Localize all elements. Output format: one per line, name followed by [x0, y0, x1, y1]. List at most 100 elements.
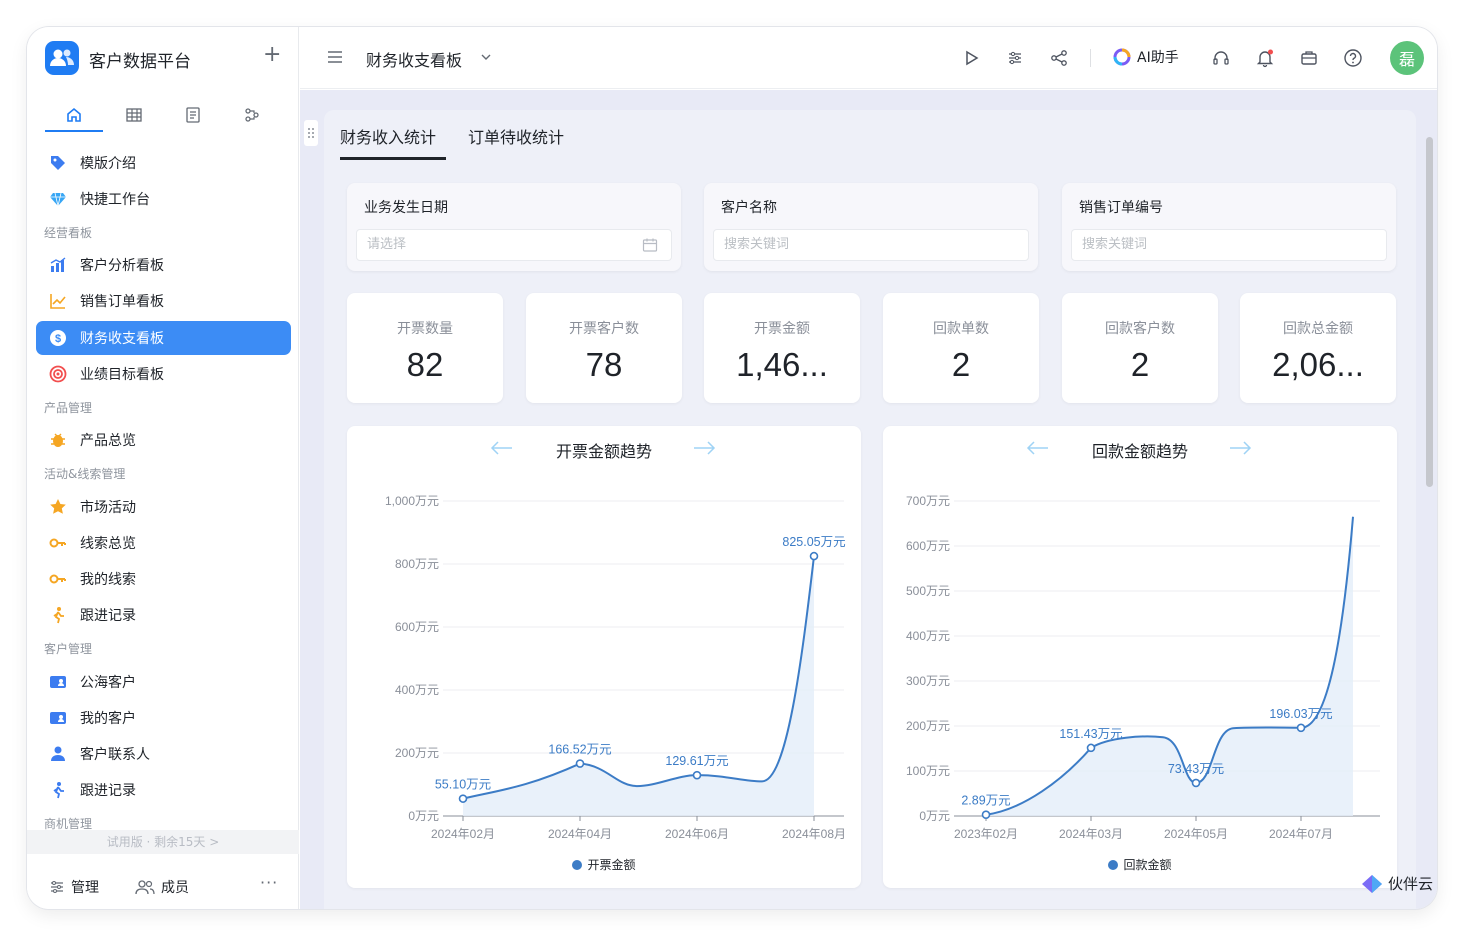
data-point[interactable] [692, 770, 702, 780]
calendar-icon[interactable] [642, 237, 658, 253]
board-title[interactable]: 财务收支看板 [366, 47, 462, 71]
tab-order-receivable[interactable]: 订单待收统计 [468, 124, 564, 148]
x-tick-label: 2024年02月 [431, 827, 495, 841]
y-tick-label: 600万元 [906, 539, 950, 553]
tab-table[interactable] [105, 97, 163, 133]
sidebar-item-label: 快捷工作台 [80, 192, 150, 208]
avatar[interactable]: 磊 [1390, 41, 1424, 75]
sidebar-item-product-overview[interactable]: 产品总览 [36, 423, 291, 457]
x-tick-label: 2024年07月 [1269, 827, 1333, 841]
tab-workflow[interactable] [223, 97, 281, 133]
sidebar-item-finance-board[interactable]: $ 财务收支看板 [36, 321, 291, 355]
sidebar-group-label: 经营看板 [44, 226, 93, 240]
sidebar-item-customer-follow-up[interactable]: 跟进记录 [36, 773, 291, 807]
data-label: 151.43万元 [1059, 727, 1122, 741]
sidebar-item-my-leads[interactable]: 我的线索 [36, 562, 291, 596]
dollar-icon: $ [48, 328, 68, 348]
diamond-icon [48, 189, 68, 209]
stat-label: 开票金额 [754, 321, 810, 337]
tag-icon [48, 153, 68, 173]
filter-label: 业务发生日期 [364, 200, 448, 216]
sidebar-item-my-customers[interactable]: 我的客户 [36, 701, 291, 735]
help-icon[interactable] [1342, 47, 1364, 69]
form-icon [186, 107, 200, 123]
menu-icon[interactable] [326, 49, 344, 65]
bell-icon[interactable] [1254, 47, 1276, 69]
briefcase-icon[interactable] [1298, 47, 1320, 69]
sidebar-item-performance-target[interactable]: 业绩目标看板 [36, 357, 291, 391]
x-tick-label: 2024年08月 [782, 827, 846, 841]
svg-text:$: $ [55, 333, 61, 345]
dashboard-panel: 财务收入统计 订单待收统计 业务发生日期 请选择 客户名称 搜索关键词 销售订单… [324, 110, 1416, 909]
key-icon [48, 533, 68, 553]
data-point[interactable] [809, 551, 819, 561]
filter-settings-icon[interactable] [1004, 47, 1026, 69]
y-tick-label: 400万元 [395, 683, 439, 697]
customer-name-search-input[interactable]: 搜索关键词 [713, 229, 1029, 261]
tab-home[interactable] [45, 97, 103, 133]
top-header: 财务收支看板 AI助手 磊 [300, 27, 1437, 89]
trial-banner[interactable]: 试用版 · 剩余15天 > [27, 830, 299, 854]
more-button[interactable]: ··· [260, 873, 278, 892]
stat-value: 1,46... [736, 346, 828, 383]
sliders-icon [51, 881, 63, 893]
sidebar-item-market-activity[interactable]: 市场活动 [36, 490, 291, 524]
stat-value: 2,06... [1272, 346, 1364, 383]
person-icon [48, 744, 68, 764]
play-icon[interactable] [960, 47, 982, 69]
data-point[interactable] [981, 810, 991, 819]
chart-legend[interactable]: 回款金额 [883, 856, 1397, 873]
data-point[interactable] [575, 759, 585, 768]
chevron-down-icon[interactable] [480, 51, 492, 63]
data-label: 55.10万元 [435, 778, 491, 792]
scrollbar[interactable] [1426, 137, 1433, 487]
sidebar-item-customer-contacts[interactable]: 客户联系人 [36, 737, 291, 771]
x-tick-label: 2024年05月 [1164, 827, 1228, 841]
order-number-search-input[interactable]: 搜索关键词 [1071, 229, 1387, 261]
data-point[interactable] [1191, 778, 1201, 788]
y-tick-label: 400万元 [906, 629, 950, 643]
filter-label: 销售订单编号 [1079, 200, 1163, 216]
walk-icon [48, 605, 68, 625]
workflow-icon [245, 108, 259, 122]
share-icon[interactable] [1048, 47, 1070, 69]
walk-icon [48, 780, 68, 800]
headset-icon[interactable] [1210, 47, 1232, 69]
sidebar-item-lead-overview[interactable]: 线索总览 [36, 526, 291, 560]
data-label: 73.43万元 [1168, 762, 1224, 776]
sidebar-item-public-customers[interactable]: 公海客户 [36, 665, 291, 699]
y-tick-label: 200万元 [906, 719, 950, 733]
chart-legend[interactable]: 开票金额 [347, 856, 861, 873]
ai-assistant-button[interactable]: AI助手 [1112, 47, 1179, 67]
sidebar-item-quick-workbench[interactable]: 快捷工作台 [36, 182, 291, 216]
x-tick-label: 2024年06月 [665, 827, 729, 841]
series-line[interactable] [462, 555, 815, 800]
invoice-trend-svg: 0万元 200万元 400万元 600万元 800万元 1,000万元 2024年02月 20… [385, 441, 846, 841]
stat-card-payment-customers: 回款客户数 2 [1062, 293, 1218, 403]
data-point[interactable] [1086, 743, 1096, 753]
date-picker-input[interactable]: 请选择 [356, 229, 672, 261]
members-icon [135, 880, 155, 895]
sidebar-item-label: 销售订单看板 [80, 294, 164, 310]
filter-customer-name: 客户名称 搜索关键词 [704, 183, 1038, 271]
sidebar-item-customer-analysis[interactable]: 客户分析看板 [36, 248, 291, 282]
bar-chart-icon [48, 255, 68, 275]
drag-handle-icon[interactable] [304, 120, 318, 146]
manage-button[interactable]: 管理 [49, 877, 99, 897]
tab-finance-income[interactable]: 财务收入统计 [340, 124, 436, 148]
sidebar-item-sales-order[interactable]: 销售订单看板 [36, 284, 291, 318]
y-tick-label: 800万元 [395, 557, 439, 571]
sidebar-group-label: 产品管理 [44, 401, 93, 415]
data-point[interactable] [1296, 723, 1306, 733]
stat-card-payment-total: 回款总金额 2,06... [1240, 293, 1396, 403]
data-point[interactable] [458, 794, 468, 803]
tab-form[interactable] [164, 97, 222, 133]
stat-value: 2 [1130, 346, 1150, 383]
add-button[interactable]: + [263, 43, 281, 67]
filter-business-date: 业务发生日期 请选择 [347, 183, 681, 271]
app-title: 客户数据平台 [89, 52, 191, 72]
sidebar-item-template-intro[interactable]: 模版介绍 [36, 146, 291, 180]
chart-title: 回款金额趋势 [1091, 442, 1188, 461]
members-button[interactable]: 成员 [135, 877, 189, 897]
sidebar-item-follow-up-records[interactable]: 跟进记录 [36, 598, 291, 632]
